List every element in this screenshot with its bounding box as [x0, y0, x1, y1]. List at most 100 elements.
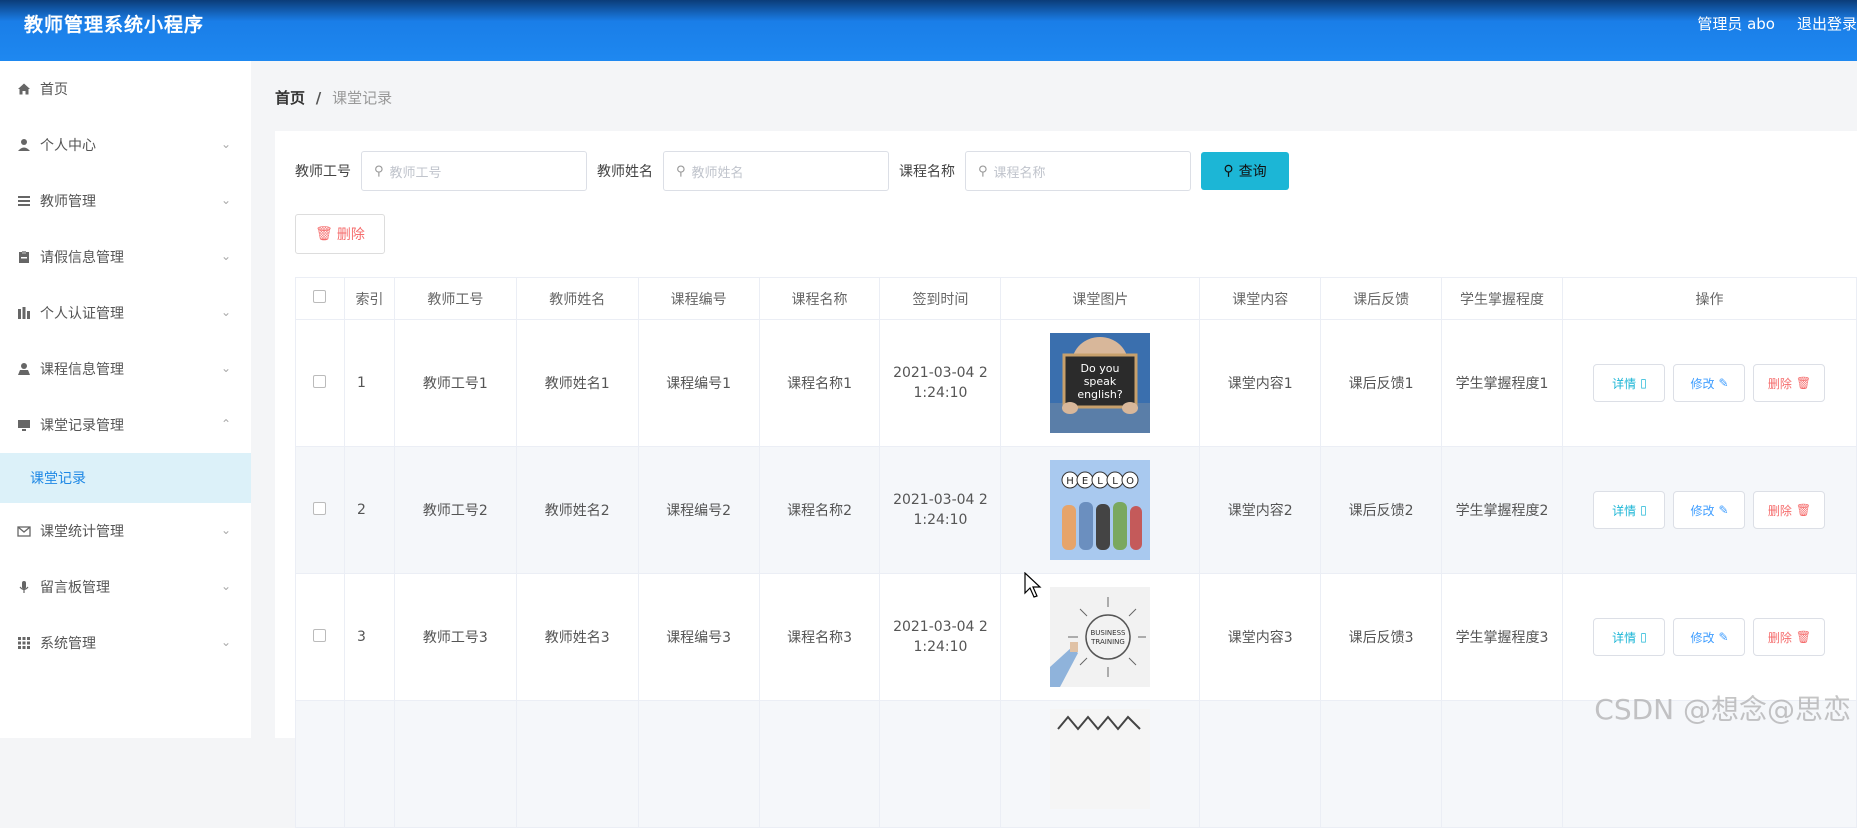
sidebar-item-personal-center[interactable]: 个人中心 ⌄: [0, 117, 251, 173]
cell-classroom-image: H E L L O: [1001, 447, 1200, 574]
delete-button[interactable]: 删除🗑: [1753, 491, 1825, 529]
cell-teacher-name: 教师姓名3: [516, 574, 638, 701]
search-icon: ⚲: [374, 164, 384, 179]
mouse-cursor-icon: [1024, 572, 1042, 598]
sidebar-item-classroom-statistics[interactable]: 课堂统计管理 ⌄: [0, 503, 251, 559]
trash-icon: 🗑: [1796, 630, 1811, 644]
user-icon: [16, 137, 32, 153]
sidebar-item-label: 留言板管理: [40, 577, 110, 597]
sidebar-item-classroom-records[interactable]: 课堂记录: [0, 453, 251, 503]
column-header: 课程编号: [638, 278, 759, 320]
grid-icon: [16, 635, 32, 651]
classroom-photo-business-training[interactable]: BUSINESS TRAINING: [1050, 587, 1150, 687]
chart-bars-icon: [16, 305, 32, 321]
row-select-cell[interactable]: [296, 701, 345, 828]
breadcrumb-separator: /: [316, 89, 321, 107]
cell-signin-time: 2021-03-04 2 1:24:10: [880, 447, 1001, 574]
image-letter-e: E: [1082, 476, 1088, 487]
row-checkbox[interactable]: [313, 375, 326, 388]
breadcrumb-current: 课堂记录: [332, 89, 392, 107]
detail-button[interactable]: 详情▯: [1593, 364, 1665, 402]
chevron-down-icon: ⌄: [221, 249, 231, 263]
row-index: 2: [344, 447, 394, 574]
classroom-photo-hello[interactable]: H E L L O: [1050, 460, 1150, 560]
query-button-label: 查询: [1239, 161, 1267, 181]
teacher-id-input[interactable]: ⚲ 教师工号: [361, 151, 587, 191]
table-row: 1 教师工号1 教师姓名1 课程编号1 课程名称1 2021-03-04 2 1…: [296, 320, 1857, 447]
sidebar-item-message-board[interactable]: 留言板管理 ⌄: [0, 559, 251, 615]
row-select-cell[interactable]: [296, 574, 345, 701]
column-header: 签到时间: [880, 278, 1001, 320]
column-header: 课后反馈: [1321, 278, 1442, 320]
cell-signin-time: 2021-03-04 2 1:24:10: [880, 574, 1001, 701]
admin-user-label[interactable]: 管理员 abo: [1697, 13, 1775, 34]
chevron-down-icon: ⌄: [221, 137, 231, 151]
edit-button[interactable]: 修改✎: [1673, 618, 1745, 656]
sidebar-item-label: 课程信息管理: [40, 359, 124, 379]
search-icon: ⚲: [978, 164, 988, 179]
cell-empty: [759, 701, 880, 828]
image-text-training: TRAINING: [1091, 638, 1126, 646]
classroom-photo-speak-english[interactable]: Do you speak english?: [1050, 333, 1150, 433]
cell-teacher-name: 教师姓名1: [516, 320, 638, 447]
image-text-do-you: Do you: [1081, 362, 1120, 375]
detail-button[interactable]: 详情▯: [1593, 491, 1665, 529]
edit-label: 修改: [1690, 375, 1714, 392]
select-all-cell[interactable]: [296, 278, 345, 320]
sidebar-item-home[interactable]: 首页: [0, 61, 251, 117]
table-row: 3 教师工号3 教师姓名3 课程编号3 课程名称3 2021-03-04 2 1…: [296, 574, 1857, 701]
cell-teacher-name: 教师姓名2: [516, 447, 638, 574]
sidebar-item-teacher-management[interactable]: 教师管理 ⌄: [0, 173, 251, 229]
cell-classroom-image: [1001, 701, 1200, 828]
trash-icon: 🗑: [315, 226, 333, 242]
row-select-cell[interactable]: [296, 320, 345, 447]
sidebar-item-classroom-records-management[interactable]: 课堂记录管理 ⌃: [0, 397, 251, 453]
cell-classroom-image: Do you speak english?: [1001, 320, 1200, 447]
cell-mastery: 学生掌握程度1: [1442, 320, 1563, 447]
chevron-down-icon: ⌄: [221, 523, 231, 537]
user-tie-icon: [16, 361, 32, 377]
column-header: 教师姓名: [516, 278, 638, 320]
edit-button[interactable]: 修改✎: [1673, 491, 1745, 529]
delete-label: 删除: [1768, 629, 1792, 646]
chevron-down-icon: ⌄: [221, 579, 231, 593]
delete-button[interactable]: 删除🗑: [1753, 364, 1825, 402]
query-button[interactable]: ⚲ 查询: [1201, 152, 1289, 190]
breadcrumb-home[interactable]: 首页: [275, 89, 305, 107]
image-letter-l1: L: [1098, 476, 1104, 487]
detail-button[interactable]: 详情▯: [1593, 618, 1665, 656]
signin-time-line2: 1:24:10: [880, 385, 1000, 401]
sidebar-item-course-management[interactable]: 课程信息管理 ⌄: [0, 341, 251, 397]
teacher-name-placeholder: 教师姓名: [692, 162, 744, 181]
teacher-name-label: 教师姓名: [597, 161, 653, 181]
mail-icon: [16, 523, 32, 539]
cell-empty: [1321, 701, 1442, 828]
image-letter-o: O: [1126, 476, 1134, 487]
chevron-down-icon: ⌄: [221, 193, 231, 207]
signin-time-line1: 2021-03-04 2: [880, 619, 1000, 635]
signin-time-line1: 2021-03-04 2: [880, 492, 1000, 508]
main-content: 首页 / 课堂记录 教师工号 ⚲ 教师工号 教师姓名 ⚲ 教师姓名 课程名称 ⚲…: [275, 61, 1857, 738]
edit-button[interactable]: 修改✎: [1673, 364, 1745, 402]
batch-delete-label: 删除: [337, 224, 365, 244]
logout-link[interactable]: 退出登录: [1797, 13, 1857, 34]
course-name-input[interactable]: ⚲ 课程名称: [965, 151, 1191, 191]
row-index: 1: [344, 320, 394, 447]
row-checkbox[interactable]: [313, 629, 326, 642]
batch-delete-button[interactable]: 🗑 删除: [295, 214, 385, 254]
sidebar-item-leave-management[interactable]: 请假信息管理 ⌄: [0, 229, 251, 285]
row-select-cell[interactable]: [296, 447, 345, 574]
row-index: 3: [344, 574, 394, 701]
teacher-name-input[interactable]: ⚲ 教师姓名: [663, 151, 889, 191]
sidebar-item-label: 课堂统计管理: [40, 521, 124, 541]
delete-button[interactable]: 删除 🗑: [1753, 618, 1825, 656]
row-checkbox[interactable]: [313, 502, 326, 515]
chevron-down-icon: ⌄: [221, 361, 231, 375]
edit-label: 修改: [1690, 629, 1714, 646]
sidebar-item-certification-management[interactable]: 个人认证管理 ⌄: [0, 285, 251, 341]
select-all-checkbox[interactable]: [313, 290, 326, 303]
signin-time-line1: 2021-03-04 2: [880, 365, 1000, 381]
cell-actions: 详情▯ 修改✎ 删除🗑: [1562, 447, 1856, 574]
sidebar-item-system-management[interactable]: 系统管理 ⌄: [0, 615, 251, 671]
classroom-photo-partial[interactable]: [1050, 709, 1150, 809]
